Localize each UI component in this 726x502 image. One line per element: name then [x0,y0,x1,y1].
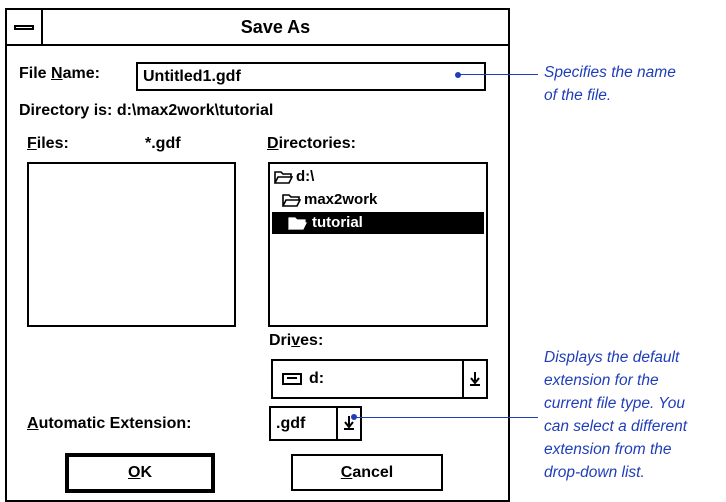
directories-label: Directories: [267,135,356,152]
drive-icon [282,373,302,385]
directory-item-root[interactable]: d:\ [272,166,484,188]
extension-select[interactable]: .gdf [269,406,362,441]
files-label: Files: [27,135,69,152]
arrow-down-icon [470,372,480,386]
drives-label: Drives: [269,332,324,349]
system-menu-button[interactable] [7,10,43,44]
extension-value: .gdf [276,415,306,432]
file-name-label: File Name: [19,65,100,82]
callout-line [354,417,538,418]
files-list[interactable] [27,162,236,327]
open-folder-icon [274,171,293,184]
directory-label: Directory is: d:\max2work\tutorial [19,102,274,119]
files-filter: *.gdf [145,135,181,152]
directory-path: d:\max2work\tutorial [116,102,274,119]
automatic-extension-label: Automatic Extension: [27,415,192,432]
callout-dot [455,72,461,78]
open-folder-icon [288,217,307,230]
callout-line [458,74,538,75]
drives-select[interactable]: d: [271,359,488,399]
file-name-input[interactable]: Untitled1.gdf [136,62,486,91]
dialog-title: Save As [240,17,311,37]
file-name-callout: Specifies the name of the file. [544,64,676,104]
title-bar: Save As [7,10,508,46]
extension-dropdown-button[interactable] [336,408,360,439]
open-folder-icon [282,194,301,207]
extension-callout: Displays the default extension for the c… [544,349,688,481]
drive-value: d: [309,370,325,387]
ok-button[interactable]: OK [65,453,215,493]
directory-item-max2work[interactable]: max2work [272,189,484,211]
drives-dropdown-button[interactable] [462,361,486,397]
directory-item-tutorial[interactable]: tutorial [272,212,484,234]
directories-list[interactable]: d:\ max2work tutorial [268,162,488,327]
save-as-dialog: Save As File Name: Untitled1.gdf Directo… [5,8,510,502]
cancel-button[interactable]: Cancel [291,454,443,491]
system-menu-icon [14,25,34,30]
